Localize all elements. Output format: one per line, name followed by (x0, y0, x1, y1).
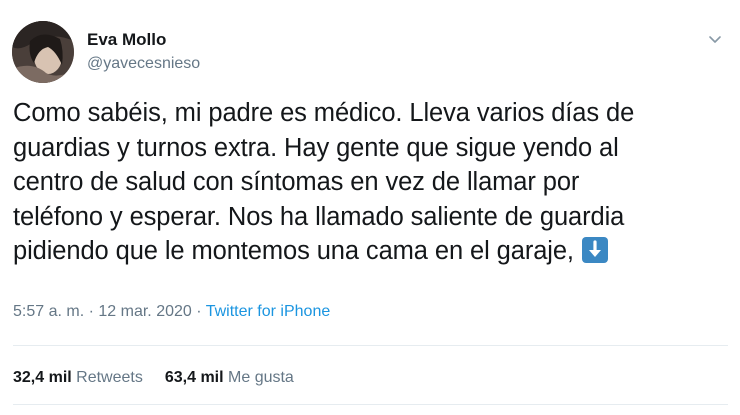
tweet-text-line: centro de salud con síntomas en vez de l… (13, 168, 580, 196)
tweet-text-line: guardias y turnos extra. Hay gente que s… (13, 133, 619, 162)
likes-count: 63,4 mil (164, 369, 224, 386)
down-arrow-emoji-icon (581, 237, 608, 263)
chevron-down-icon (709, 36, 721, 43)
tweet-text-line: teléfono y esperar. Nos ha llamado salie… (13, 202, 625, 231)
meta-separator: · (196, 303, 202, 320)
tweet-source-link[interactable]: Twitter for iPhone (206, 303, 331, 320)
tweet-text-line: pidiendo que le montemos una cama en el … (13, 237, 574, 265)
likes-stat[interactable]: 63,4 mil Me gusta (165, 369, 294, 387)
avatar[interactable] (12, 21, 74, 83)
more-options-button[interactable] (704, 28, 726, 50)
retweets-label: Retweets (76, 369, 143, 386)
tweet-text-line-last: pidiendo que le montemos una cama en el … (13, 234, 728, 269)
tweet-meta: 5:57 a. m. · 12 mar. 2020 · Twitter for … (13, 303, 330, 321)
tweet-stats: 32,4 mil Retweets 63,4 mil Me gusta (13, 369, 294, 387)
tweet-text-line: Como sabéis, mi padre es médico. Lleva v… (13, 99, 635, 127)
retweets-count: 32,4 mil (13, 369, 72, 386)
divider (13, 404, 728, 405)
likes-label: Me gusta (228, 369, 294, 386)
divider (13, 345, 728, 346)
tweet-time[interactable]: 5:57 a. m. (13, 303, 84, 320)
author-name[interactable]: Eva Mollo (87, 30, 166, 50)
tweet-text: Como sabéis, mi padre es médico. Lleva v… (13, 96, 728, 269)
meta-separator: · (88, 303, 94, 320)
tweet-date[interactable]: 12 mar. 2020 (98, 303, 191, 320)
retweets-stat[interactable]: 32,4 mil Retweets (13, 369, 143, 387)
avatar-photo (12, 21, 74, 83)
author-handle[interactable]: @yavecesnieso (87, 55, 200, 73)
tweet-card: Eva Mollo @yavecesnieso Como sabéis, mi … (0, 0, 740, 415)
